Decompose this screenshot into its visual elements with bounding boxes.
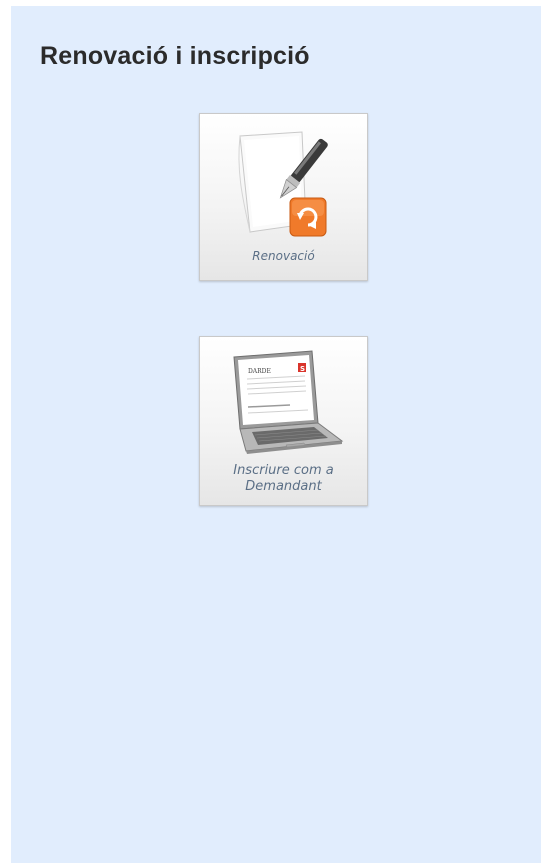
main-panel: Renovació i inscripció Renovació DARDE S… bbox=[11, 6, 541, 863]
renovacio-label: Renovació bbox=[252, 249, 315, 263]
inscriure-label: Inscriure com a Demandant bbox=[200, 463, 367, 495]
inscriure-demandant-button[interactable]: DARDE S Inscriure com a Demandant bbox=[199, 336, 368, 506]
page-title: Renovació i inscripció bbox=[40, 42, 310, 70]
renovacio-button[interactable]: Renovació bbox=[199, 113, 368, 281]
inscriure-label-line2: Demandant bbox=[245, 479, 322, 494]
svg-text:S: S bbox=[300, 365, 305, 373]
screen-text: DARDE bbox=[248, 368, 271, 375]
inscriure-label-line1: Inscriure com a bbox=[233, 463, 334, 478]
